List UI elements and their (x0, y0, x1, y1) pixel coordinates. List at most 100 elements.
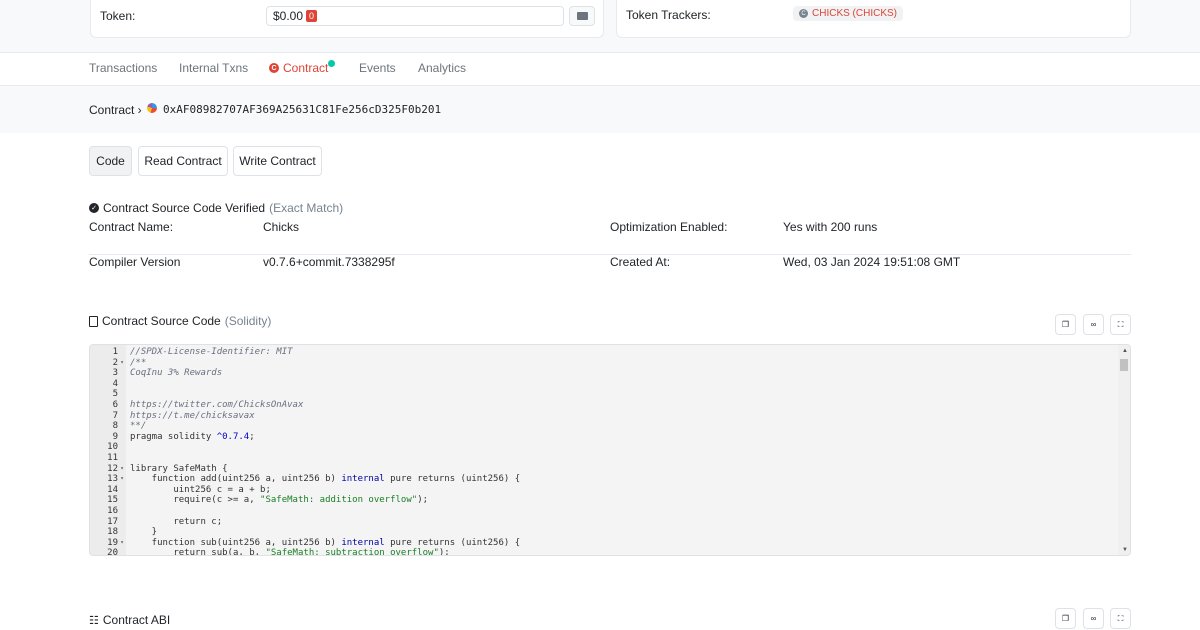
contract-address-bar: Contract › 0xAF08982707AF369A25631C81Fe2… (0, 86, 1200, 133)
fold-toggle-icon[interactable]: ▾ (118, 474, 126, 485)
write-contract-button[interactable]: Write Contract (233, 146, 322, 176)
code-line: 4 (90, 379, 1114, 390)
wallet-icon (576, 12, 588, 20)
token-value: $0.00 (273, 9, 304, 23)
verification-status: ✓ Contract Source Code Verified (Exact M… (89, 201, 343, 215)
fullscreen-abi-button[interactable]: ⛶ (1110, 608, 1131, 629)
code-text: } (130, 527, 158, 538)
copy-icon: ❐ (1061, 320, 1070, 329)
file-code-icon (89, 315, 98, 327)
fold-toggle-icon[interactable]: ▾ (118, 464, 126, 475)
source-code-lang: (Solidity) (224, 314, 272, 328)
link-abi-button[interactable]: ∞ (1083, 608, 1104, 629)
line-number: 7 (112, 410, 118, 421)
code-text: require(c >= a, "SafeMath: addition over… (130, 495, 429, 506)
code-text: return c; (130, 516, 223, 527)
abi-title: Contract ABI (102, 613, 171, 627)
tab-transactions[interactable]: Transactions (89, 61, 157, 75)
line-number: 13 (107, 474, 118, 485)
address-identicon-icon (147, 103, 157, 113)
code-line: 15 require(c >= a, "SafeMath: addition o… (90, 495, 1114, 506)
read-contract-button[interactable]: Read Contract (138, 146, 228, 176)
scroll-up-icon[interactable]: ▲ (1122, 348, 1128, 354)
code-line: 5 (90, 389, 1114, 400)
code-scrollbar[interactable]: ▲ ▼ (1118, 345, 1130, 555)
copy-source-button[interactable]: ❐ (1055, 314, 1076, 335)
code-line: 19 ▾ function sub(uint256 a, uint256 b) i… (90, 538, 1114, 549)
tab-bar: Transactions Internal Txns C Contract Ev… (0, 52, 1200, 86)
contract-icon: C (269, 63, 279, 73)
fullscreen-icon: ⛶ (1117, 319, 1124, 329)
copy-icon: ❐ (1061, 614, 1070, 623)
line-number: 6 (112, 399, 118, 410)
source-code-editor[interactable]: 1//SPDX-License-Identifier: MIT 2 ▾/** 3 Coq… (89, 344, 1131, 556)
wallet-button[interactable] (569, 6, 595, 26)
contract-name-label: Contract Name: (89, 220, 174, 234)
contract-name-value: Chicks (263, 220, 300, 234)
code-line: 6 https://twitter.com/ChicksOnAvax (90, 400, 1114, 411)
link-icon: ∞ (1090, 614, 1097, 623)
fullscreen-icon: ⛶ (1117, 613, 1124, 623)
code-lines: 1//SPDX-License-Identifier: MIT 2 ▾/** 3 Coq… (90, 347, 1114, 556)
tab-analytics[interactable]: Analytics (418, 61, 466, 75)
tab-contract-label: Contract (283, 61, 329, 75)
link-source-button[interactable]: ∞ (1083, 314, 1104, 335)
code-line: 12 ▾ library SafeMath { (90, 464, 1114, 475)
line-number: 2 (112, 357, 118, 368)
source-code-title: Contract Source Code (102, 314, 221, 328)
line-number: 12 (107, 463, 118, 474)
scroll-thumb[interactable] (1120, 359, 1128, 371)
tab-internal-txns[interactable]: Internal Txns (179, 61, 248, 75)
copy-abi-button[interactable]: ❐ (1055, 608, 1076, 629)
abi-heading: ☷ Contract ABI (89, 613, 170, 627)
code-text: return sub(a, b, "SafeMath: subtraction … (130, 548, 450, 556)
token-tracker-link[interactable]: C CHICKS (CHICKS) (793, 6, 904, 21)
code-text: pragma solidity ^0.7.4; (130, 431, 255, 442)
line-number: 1 (112, 347, 118, 357)
line-number: 19 (107, 537, 118, 548)
token-logo-icon: C (799, 9, 808, 18)
line-number: 9 (112, 431, 118, 442)
code-line: 3 CoqInu 3% Rewards (90, 368, 1114, 379)
tab-events[interactable]: Events (359, 61, 396, 75)
code-button[interactable]: Code (89, 146, 132, 176)
token-count-badge: 0 (306, 10, 318, 22)
line-number: 18 (107, 527, 118, 538)
code-line: 9 pragma solidity ^0.7.4; (90, 432, 1114, 443)
line-number: 17 (107, 516, 118, 527)
fold-toggle-icon[interactable]: ▾ (118, 358, 126, 369)
fullscreen-source-button[interactable]: ⛶ (1110, 314, 1131, 335)
fold-toggle-icon[interactable]: ▾ (118, 538, 126, 549)
line-number: 11 (107, 452, 118, 463)
contract-address[interactable]: 0xAF08982707AF369A25631C81Fe256cD325F0b2… (163, 103, 441, 116)
more-info-card: Token Trackers: C CHICKS (CHICKS) (616, 0, 1131, 38)
code-line: 11 (90, 453, 1114, 464)
token-label: Token: (100, 9, 136, 23)
line-number: 5 (112, 389, 118, 400)
compiler-label: Compiler Version (89, 255, 181, 269)
token-tracker-text: CHICKS (CHICKS) (812, 8, 898, 19)
line-number: 8 (112, 421, 118, 432)
scroll-down-icon[interactable]: ▼ (1122, 547, 1128, 553)
verified-text: Contract Source Code Verified (103, 201, 266, 215)
token-holdings-dropdown[interactable]: $0.00 0 (266, 6, 564, 26)
tab-contract[interactable]: C Contract (269, 60, 336, 75)
code-line: 1 //SPDX-License-Identifier: MIT (90, 347, 1114, 358)
